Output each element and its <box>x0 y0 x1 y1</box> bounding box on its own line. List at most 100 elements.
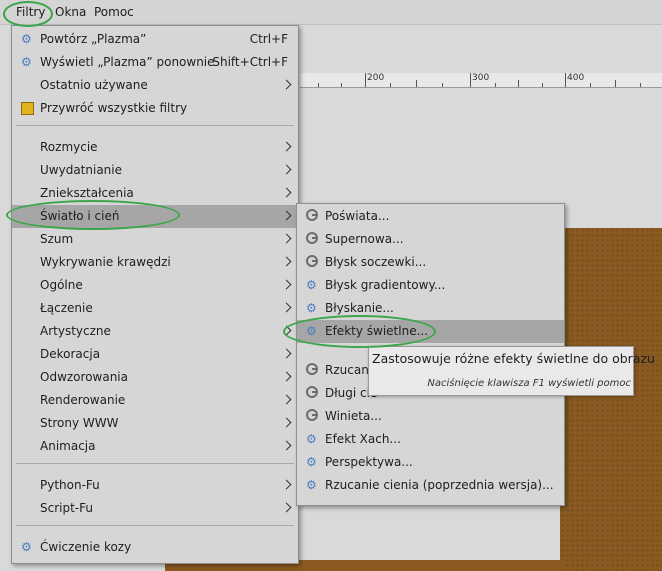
menu-item-label: Ćwiczenie kozy <box>40 540 132 554</box>
chevron-right-icon <box>281 210 292 221</box>
submenu-item-lighting-effects[interactable]: ⚙ Efekty świetlne... <box>297 320 564 343</box>
menu-help[interactable]: Pomoc <box>94 5 134 19</box>
menu-item-label: Odwzorowania <box>40 370 128 384</box>
chevron-right-icon <box>281 348 292 359</box>
menu-item-python-fu[interactable]: Python-Fu <box>12 474 298 497</box>
menu-item-blur[interactable]: Rozmycie <box>12 136 298 159</box>
menu-item-label: Rozmycie <box>40 140 98 154</box>
gegl-plasma-icon: ⚙ <box>306 278 317 292</box>
tooltip: Zastosowuje różne efekty świetlne do obr… <box>368 346 655 396</box>
menu-item-label: Script-Fu <box>40 501 93 515</box>
chevron-right-icon <box>281 371 292 382</box>
menu-item-artistic[interactable]: Artystyczne <box>12 320 298 343</box>
menu-item-goat-exercise[interactable]: ⚙ Ćwiczenie kozy <box>12 536 298 559</box>
ruler-tick <box>365 73 366 87</box>
menu-item-label: Powtórz „Plazma” <box>40 32 147 46</box>
menu-item-label: Zniekształcenia <box>40 186 134 200</box>
gimp-script-icon <box>306 386 320 400</box>
gegl-plasma-icon: ⚙ <box>306 455 317 469</box>
submenu-item-gradient-flare[interactable]: ⚙ Błysk gradientowy... <box>297 274 564 297</box>
menu-item-label: Błysk gradientowy... <box>325 278 446 292</box>
menu-item-label: Szum <box>40 232 74 246</box>
menu-item-label: Przywróć wszystkie filtry <box>40 101 188 115</box>
ruler-tick <box>341 83 342 87</box>
menu-item-label: Efekty świetlne... <box>325 324 429 338</box>
ruler-tick <box>565 73 566 87</box>
ruler-tick <box>518 80 519 87</box>
menu-item-reset-all-filters[interactable]: Przywróć wszystkie filtry <box>12 97 298 120</box>
menu-item-repeat-plasma[interactable]: ⚙ Powtórz „Plazma” Ctrl+F <box>12 28 298 51</box>
chevron-right-icon <box>281 440 292 451</box>
menu-item-label: Python-Fu <box>40 478 100 492</box>
submenu-item-lens-flare[interactable]: Błysk soczewki... <box>297 251 564 274</box>
menu-item-label: Efekt Xach... <box>325 432 401 446</box>
gimp-script-icon <box>306 232 320 246</box>
menu-item-enhance[interactable]: Uwydatnianie <box>12 159 298 182</box>
horizontal-ruler[interactable]: 200 300 400 <box>300 73 662 88</box>
gimp-script-icon <box>306 363 320 377</box>
menu-item-label: Błysk soczewki... <box>325 255 427 269</box>
menu-item-web[interactable]: Strony WWW <box>12 412 298 435</box>
menubar: Filtry Okna Pomoc <box>0 0 662 25</box>
ruler-tick <box>615 80 616 87</box>
ruler-tick <box>640 83 641 87</box>
menu-item-shortcut: Shift+Ctrl+F <box>212 55 288 69</box>
menu-item-label: Renderowanie <box>40 393 126 407</box>
filters-menu: ⚙ Powtórz „Plazma” Ctrl+F ⚙ Wyświetl „Pl… <box>11 25 299 564</box>
gegl-plasma-icon: ⚙ <box>306 432 317 446</box>
submenu-item-drop-shadow-legacy[interactable]: ⚙ Rzucanie cienia (poprzednia wersja)... <box>297 474 564 497</box>
menu-item-label: Dekoracja <box>40 347 101 361</box>
submenu-item-vignette[interactable]: Winieta... <box>297 405 564 428</box>
ruler-label: 400 <box>567 73 585 83</box>
ruler-tick <box>416 80 417 87</box>
menu-item-light-and-shadow[interactable]: Światło i cień <box>12 205 298 228</box>
menu-item-label: Supernowa... <box>325 232 404 246</box>
menu-item-recently-used[interactable]: Ostatnio używane <box>12 74 298 97</box>
menu-item-map[interactable]: Odwzorowania <box>12 366 298 389</box>
submenu-item-glow[interactable]: Poświata... <box>297 205 564 228</box>
submenu-item-perspective[interactable]: ⚙ Perspektywa... <box>297 451 564 474</box>
ruler-tick <box>390 83 391 87</box>
ruler-label: 300 <box>472 73 490 83</box>
gimp-script-icon <box>306 209 320 223</box>
chevron-right-icon <box>281 502 292 513</box>
menu-item-distorts[interactable]: Zniekształcenia <box>12 182 298 205</box>
submenu-item-xach-effect[interactable]: ⚙ Efekt Xach... <box>297 428 564 451</box>
menu-item-render[interactable]: Renderowanie <box>12 389 298 412</box>
menu-item-noise[interactable]: Szum <box>12 228 298 251</box>
chevron-right-icon <box>281 233 292 244</box>
chevron-right-icon <box>281 325 292 336</box>
chevron-right-icon <box>281 256 292 267</box>
menu-filters[interactable]: Filtry <box>16 5 45 19</box>
menu-item-label: Rzucanie cienia (poprzednia wersja)... <box>325 478 554 492</box>
menu-item-label: Strony WWW <box>40 416 119 430</box>
menu-item-label: Artystyczne <box>40 324 111 338</box>
menu-item-label: Ostatnio używane <box>40 78 148 92</box>
menu-item-reshow-plasma[interactable]: ⚙ Wyświetl „Plazma” ponownie Shift+Ctrl+… <box>12 51 298 74</box>
gegl-plasma-icon: ⚙ <box>21 540 32 554</box>
menu-item-decor[interactable]: Dekoracja <box>12 343 298 366</box>
menu-item-label: Wykrywanie krawędzi <box>40 255 171 269</box>
menu-item-combine[interactable]: Łączenie <box>12 297 298 320</box>
canvas-image[interactable] <box>560 228 662 571</box>
chevron-right-icon <box>281 479 292 490</box>
submenu-item-sparkle[interactable]: ⚙ Błyskanie... <box>297 297 564 320</box>
menu-item-generic[interactable]: Ogólne <box>12 274 298 297</box>
ruler-tick <box>318 83 319 87</box>
chevron-right-icon <box>281 302 292 313</box>
chevron-right-icon <box>281 279 292 290</box>
menu-item-shortcut: Ctrl+F <box>249 32 288 46</box>
menu-item-animation[interactable]: Animacja <box>12 435 298 458</box>
menu-item-edge-detect[interactable]: Wykrywanie krawędzi <box>12 251 298 274</box>
menu-item-script-fu[interactable]: Script-Fu <box>12 497 298 520</box>
chevron-right-icon <box>281 141 292 152</box>
menu-item-label: Winieta... <box>325 409 382 423</box>
tooltip-text: Zastosowuje różne efekty świetlne do obr… <box>372 351 655 366</box>
chevron-right-icon <box>281 417 292 428</box>
menu-item-label: Łączenie <box>40 301 93 315</box>
ruler-tick <box>470 73 471 87</box>
chevron-right-icon <box>281 394 292 405</box>
menu-item-label: Perspektywa... <box>325 455 413 469</box>
menu-windows[interactable]: Okna <box>55 5 86 19</box>
submenu-item-supernova[interactable]: Supernowa... <box>297 228 564 251</box>
